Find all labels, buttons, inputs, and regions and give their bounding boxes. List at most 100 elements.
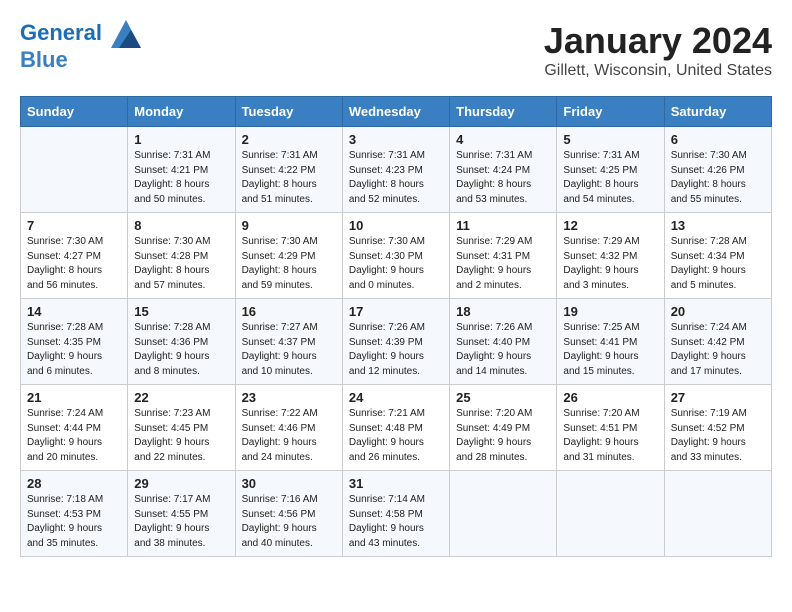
calendar-header-row: SundayMondayTuesdayWednesdayThursdayFrid… [21, 97, 772, 127]
calendar-body: 1 Sunrise: 7:31 AMSunset: 4:21 PMDayligh… [21, 127, 772, 557]
day-number: 10 [349, 218, 443, 233]
calendar-table: SundayMondayTuesdayWednesdayThursdayFrid… [20, 96, 772, 557]
day-info: Sunrise: 7:17 AMSunset: 4:55 PMDaylight:… [134, 493, 228, 551]
day-info: Sunrise: 7:27 AMSunset: 4:37 PMDaylight:… [242, 321, 336, 379]
day-number: 24 [349, 390, 443, 405]
day-number: 5 [563, 132, 657, 147]
calendar-cell [557, 471, 664, 557]
day-info: Sunrise: 7:28 AMSunset: 4:34 PMDaylight:… [671, 235, 765, 293]
weekday-header-thursday: Thursday [450, 97, 557, 127]
weekday-header-wednesday: Wednesday [342, 97, 449, 127]
day-number: 26 [563, 390, 657, 405]
day-info: Sunrise: 7:23 AMSunset: 4:45 PMDaylight:… [134, 407, 228, 465]
calendar-week-5: 28 Sunrise: 7:18 AMSunset: 4:53 PMDaylig… [21, 471, 772, 557]
title-block: January 2024 Gillett, Wisconsin, United … [544, 20, 772, 80]
day-info: Sunrise: 7:31 AMSunset: 4:25 PMDaylight:… [563, 149, 657, 207]
logo-icon [111, 20, 141, 48]
calendar-cell: 28 Sunrise: 7:18 AMSunset: 4:53 PMDaylig… [21, 471, 128, 557]
day-number: 21 [27, 390, 121, 405]
day-info: Sunrise: 7:30 AMSunset: 4:29 PMDaylight:… [242, 235, 336, 293]
day-info: Sunrise: 7:26 AMSunset: 4:40 PMDaylight:… [456, 321, 550, 379]
day-info: Sunrise: 7:30 AMSunset: 4:30 PMDaylight:… [349, 235, 443, 293]
day-number: 4 [456, 132, 550, 147]
weekday-header-friday: Friday [557, 97, 664, 127]
day-number: 30 [242, 476, 336, 491]
day-info: Sunrise: 7:28 AMSunset: 4:35 PMDaylight:… [27, 321, 121, 379]
calendar-cell: 18 Sunrise: 7:26 AMSunset: 4:40 PMDaylig… [450, 299, 557, 385]
day-info: Sunrise: 7:20 AMSunset: 4:51 PMDaylight:… [563, 407, 657, 465]
calendar-cell: 19 Sunrise: 7:25 AMSunset: 4:41 PMDaylig… [557, 299, 664, 385]
day-number: 15 [134, 304, 228, 319]
day-number: 1 [134, 132, 228, 147]
weekday-header-saturday: Saturday [664, 97, 771, 127]
page-header: General Blue January 2024 Gillett, Wisco… [20, 20, 772, 80]
day-number: 22 [134, 390, 228, 405]
calendar-cell: 12 Sunrise: 7:29 AMSunset: 4:32 PMDaylig… [557, 213, 664, 299]
calendar-cell: 24 Sunrise: 7:21 AMSunset: 4:48 PMDaylig… [342, 385, 449, 471]
day-number: 16 [242, 304, 336, 319]
day-number: 11 [456, 218, 550, 233]
calendar-cell: 25 Sunrise: 7:20 AMSunset: 4:49 PMDaylig… [450, 385, 557, 471]
calendar-week-3: 14 Sunrise: 7:28 AMSunset: 4:35 PMDaylig… [21, 299, 772, 385]
day-info: Sunrise: 7:21 AMSunset: 4:48 PMDaylight:… [349, 407, 443, 465]
day-info: Sunrise: 7:22 AMSunset: 4:46 PMDaylight:… [242, 407, 336, 465]
logo: General Blue [20, 20, 141, 72]
calendar-cell: 5 Sunrise: 7:31 AMSunset: 4:25 PMDayligh… [557, 127, 664, 213]
day-number: 17 [349, 304, 443, 319]
calendar-cell: 10 Sunrise: 7:30 AMSunset: 4:30 PMDaylig… [342, 213, 449, 299]
day-number: 7 [27, 218, 121, 233]
day-info: Sunrise: 7:31 AMSunset: 4:23 PMDaylight:… [349, 149, 443, 207]
calendar-cell: 3 Sunrise: 7:31 AMSunset: 4:23 PMDayligh… [342, 127, 449, 213]
day-info: Sunrise: 7:29 AMSunset: 4:31 PMDaylight:… [456, 235, 550, 293]
calendar-cell: 6 Sunrise: 7:30 AMSunset: 4:26 PMDayligh… [664, 127, 771, 213]
calendar-cell [21, 127, 128, 213]
calendar-cell [664, 471, 771, 557]
day-number: 8 [134, 218, 228, 233]
calendar-cell: 21 Sunrise: 7:24 AMSunset: 4:44 PMDaylig… [21, 385, 128, 471]
logo-blue-text: Blue [20, 48, 141, 72]
day-number: 18 [456, 304, 550, 319]
day-number: 6 [671, 132, 765, 147]
day-number: 14 [27, 304, 121, 319]
calendar-cell: 2 Sunrise: 7:31 AMSunset: 4:22 PMDayligh… [235, 127, 342, 213]
day-number: 2 [242, 132, 336, 147]
day-info: Sunrise: 7:19 AMSunset: 4:52 PMDaylight:… [671, 407, 765, 465]
calendar-cell: 15 Sunrise: 7:28 AMSunset: 4:36 PMDaylig… [128, 299, 235, 385]
day-info: Sunrise: 7:31 AMSunset: 4:24 PMDaylight:… [456, 149, 550, 207]
day-info: Sunrise: 7:18 AMSunset: 4:53 PMDaylight:… [27, 493, 121, 551]
calendar-cell: 7 Sunrise: 7:30 AMSunset: 4:27 PMDayligh… [21, 213, 128, 299]
day-info: Sunrise: 7:29 AMSunset: 4:32 PMDaylight:… [563, 235, 657, 293]
calendar-cell: 31 Sunrise: 7:14 AMSunset: 4:58 PMDaylig… [342, 471, 449, 557]
calendar-week-2: 7 Sunrise: 7:30 AMSunset: 4:27 PMDayligh… [21, 213, 772, 299]
weekday-header-tuesday: Tuesday [235, 97, 342, 127]
calendar-cell [450, 471, 557, 557]
calendar-cell: 9 Sunrise: 7:30 AMSunset: 4:29 PMDayligh… [235, 213, 342, 299]
day-number: 19 [563, 304, 657, 319]
calendar-cell: 16 Sunrise: 7:27 AMSunset: 4:37 PMDaylig… [235, 299, 342, 385]
day-number: 20 [671, 304, 765, 319]
calendar-cell: 1 Sunrise: 7:31 AMSunset: 4:21 PMDayligh… [128, 127, 235, 213]
day-info: Sunrise: 7:24 AMSunset: 4:42 PMDaylight:… [671, 321, 765, 379]
month-title: January 2024 [544, 20, 772, 62]
day-number: 27 [671, 390, 765, 405]
day-info: Sunrise: 7:31 AMSunset: 4:22 PMDaylight:… [242, 149, 336, 207]
day-number: 23 [242, 390, 336, 405]
calendar-cell: 4 Sunrise: 7:31 AMSunset: 4:24 PMDayligh… [450, 127, 557, 213]
calendar-cell: 29 Sunrise: 7:17 AMSunset: 4:55 PMDaylig… [128, 471, 235, 557]
day-info: Sunrise: 7:30 AMSunset: 4:28 PMDaylight:… [134, 235, 228, 293]
calendar-cell: 8 Sunrise: 7:30 AMSunset: 4:28 PMDayligh… [128, 213, 235, 299]
day-info: Sunrise: 7:31 AMSunset: 4:21 PMDaylight:… [134, 149, 228, 207]
day-number: 25 [456, 390, 550, 405]
day-info: Sunrise: 7:28 AMSunset: 4:36 PMDaylight:… [134, 321, 228, 379]
day-info: Sunrise: 7:30 AMSunset: 4:26 PMDaylight:… [671, 149, 765, 207]
calendar-cell: 13 Sunrise: 7:28 AMSunset: 4:34 PMDaylig… [664, 213, 771, 299]
day-number: 31 [349, 476, 443, 491]
calendar-cell: 30 Sunrise: 7:16 AMSunset: 4:56 PMDaylig… [235, 471, 342, 557]
calendar-cell: 23 Sunrise: 7:22 AMSunset: 4:46 PMDaylig… [235, 385, 342, 471]
day-number: 28 [27, 476, 121, 491]
day-info: Sunrise: 7:20 AMSunset: 4:49 PMDaylight:… [456, 407, 550, 465]
day-info: Sunrise: 7:16 AMSunset: 4:56 PMDaylight:… [242, 493, 336, 551]
calendar-cell: 17 Sunrise: 7:26 AMSunset: 4:39 PMDaylig… [342, 299, 449, 385]
weekday-header-monday: Monday [128, 97, 235, 127]
calendar-cell: 27 Sunrise: 7:19 AMSunset: 4:52 PMDaylig… [664, 385, 771, 471]
